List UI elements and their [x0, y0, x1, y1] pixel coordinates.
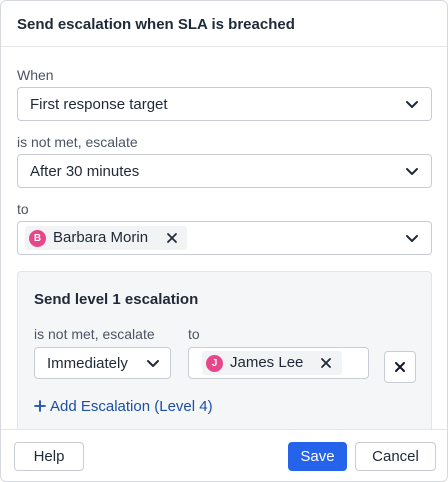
- add-escalation-label: Add Escalation (Level 4): [50, 398, 213, 415]
- chevron-down-icon: [147, 360, 159, 367]
- close-icon: [395, 362, 405, 372]
- level-panel-title: Send level 1 escalation: [34, 291, 199, 308]
- dialog-footer: Help Save Cancel: [1, 429, 447, 481]
- plus-icon: [34, 400, 46, 412]
- close-icon[interactable]: [319, 356, 333, 370]
- escalation-level-panel: Send level 1 escalation is not met, esca…: [17, 271, 432, 441]
- condition-select-value: After 30 minutes: [30, 163, 140, 180]
- chevron-down-icon: [406, 235, 418, 242]
- save-button[interactable]: Save: [288, 442, 347, 471]
- when-select-value: First response target: [30, 96, 168, 113]
- sla-escalation-dialog: Send escalation when SLA is breached Whe…: [0, 0, 448, 482]
- dialog-header: Send escalation when SLA is breached: [1, 1, 447, 47]
- level-condition-label: is not met, escalate: [34, 326, 155, 342]
- avatar: B: [29, 230, 46, 247]
- level-to-label: to: [188, 326, 200, 342]
- assignee-chip: B Barbara Morin: [25, 226, 187, 250]
- condition-select[interactable]: After 30 minutes: [17, 154, 432, 188]
- close-icon[interactable]: [165, 231, 179, 245]
- help-button[interactable]: Help: [14, 442, 84, 471]
- avatar: J: [206, 355, 223, 372]
- to-label: to: [17, 201, 29, 217]
- level-condition-select[interactable]: Immediately: [34, 347, 171, 379]
- condition-label: is not met, escalate: [17, 134, 138, 150]
- level-assignee-select[interactable]: J James Lee: [188, 347, 369, 379]
- to-assignee-select[interactable]: B Barbara Morin: [17, 221, 432, 255]
- assignee-chip: J James Lee: [202, 351, 342, 375]
- remove-level-button[interactable]: [384, 351, 416, 383]
- assignee-name: James Lee: [230, 354, 304, 371]
- level-condition-value: Immediately: [47, 355, 128, 372]
- assignee-name: Barbara Morin: [53, 229, 149, 246]
- cancel-button[interactable]: Cancel: [355, 442, 436, 471]
- when-select[interactable]: First response target: [17, 87, 432, 121]
- dialog-title: Send escalation when SLA is breached: [17, 16, 295, 33]
- chevron-down-icon: [406, 168, 418, 175]
- when-label: When: [17, 67, 54, 83]
- chevron-down-icon: [406, 101, 418, 108]
- add-escalation-link[interactable]: Add Escalation (Level 4): [34, 398, 213, 415]
